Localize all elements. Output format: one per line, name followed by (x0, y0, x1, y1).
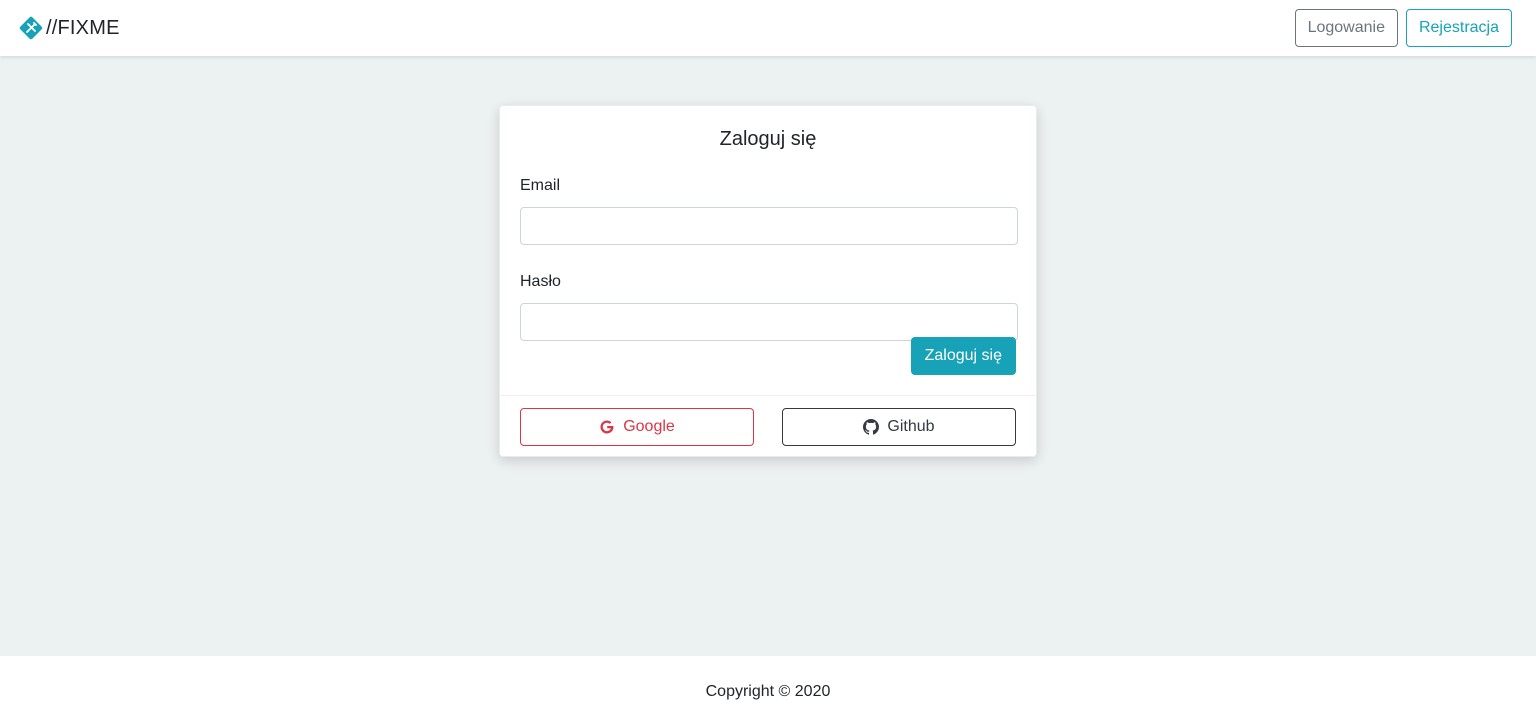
google-login-button[interactable]: Google (520, 408, 754, 446)
brand-logo-link[interactable]: //FIXME (18, 15, 120, 41)
brand-text: //FIXME (46, 16, 120, 39)
login-submit-button[interactable]: Zaloguj się (910, 337, 1016, 375)
top-navbar: //FIXME Logowanie Rejestracja (0, 0, 1536, 56)
login-card-title: Zaloguj się (719, 128, 817, 150)
register-nav-button[interactable]: Rejestracja (1405, 9, 1512, 47)
email-label: Email (520, 177, 561, 194)
github-button-label: Github (887, 418, 935, 435)
login-card: Zaloguj się Email Hasło Zaloguj się Goog… (499, 105, 1037, 457)
password-input[interactable] (520, 303, 1018, 341)
github-icon (863, 419, 880, 435)
copyright-text: Copyright © 2020 (705, 683, 831, 700)
page-footer: Copyright © 2020 (0, 656, 1536, 728)
password-label: Hasło (520, 273, 561, 290)
login-form: Zaloguj się Email Hasło Zaloguj się (500, 106, 1036, 395)
tools-diamond-icon (18, 15, 44, 41)
email-input[interactable] (520, 207, 1018, 245)
auth-nav-buttons: Logowanie Rejestracja (1294, 9, 1512, 47)
social-login-footer: Google Github (500, 395, 1036, 457)
github-login-button[interactable]: Github (782, 408, 1016, 446)
google-icon (599, 419, 615, 435)
login-nav-button[interactable]: Logowanie (1294, 9, 1398, 47)
google-button-label: Google (623, 418, 675, 435)
